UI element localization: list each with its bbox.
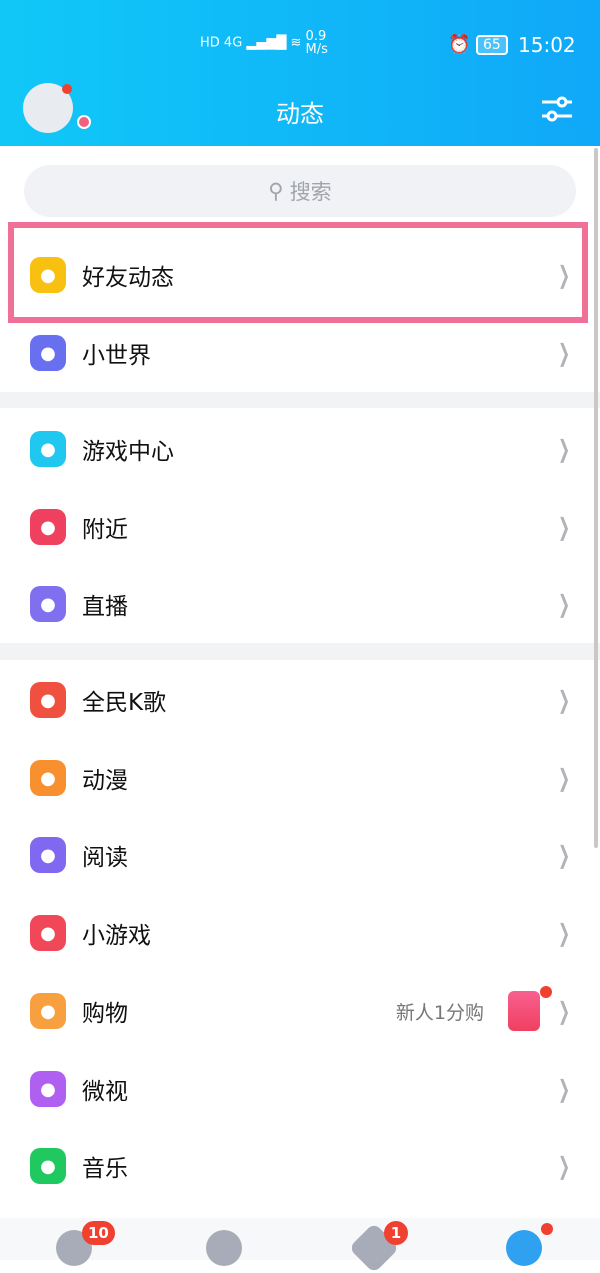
list-item[interactable]: ● 小游戏 ❯ xyxy=(0,894,600,972)
tab-dynamics[interactable] xyxy=(506,1230,542,1266)
shopping-icon: ● xyxy=(30,993,66,1029)
chevron-right-icon: ❯ xyxy=(557,1075,570,1103)
network-status: HD 4G ▂▄▆█ ≋ 0.9 M/s xyxy=(200,29,328,57)
chevron-right-icon: ❯ xyxy=(557,339,570,367)
page-title: 动态 xyxy=(276,100,324,128)
list-item-label: 微视 xyxy=(82,1079,128,1105)
list-item[interactable]: ● 附近 ❯ xyxy=(0,488,600,566)
settings-sliders-icon[interactable] xyxy=(540,94,574,124)
speed-unit: M/s xyxy=(305,42,328,57)
list-item-label: 阅读 xyxy=(82,845,128,871)
chevron-right-icon: ❯ xyxy=(557,513,570,541)
list-item[interactable]: ● 小世界 ❯ xyxy=(0,314,600,392)
notification-dot xyxy=(540,986,552,998)
chevron-right-icon: ❯ xyxy=(557,997,570,1025)
header: HD 4G ▂▄▆█ ≋ 0.9 M/s ⏰ 65 15:02 动态 xyxy=(0,0,600,146)
watch-badge: 1 xyxy=(384,1221,408,1245)
list-item-label: 购物 xyxy=(82,1001,128,1027)
chevron-right-icon: ❯ xyxy=(557,435,570,463)
reading-icon: ● xyxy=(30,837,66,873)
search-input[interactable]: ⚲ 搜索 xyxy=(24,165,576,217)
small-world-icon: ● xyxy=(30,335,66,371)
chevron-right-icon: ❯ xyxy=(557,764,570,792)
notification-dot xyxy=(541,1223,553,1235)
location-pin-icon: ● xyxy=(30,509,66,545)
live-icon: ● xyxy=(30,586,66,622)
list-item[interactable]: ● 全民K歌 ❯ xyxy=(0,661,600,739)
list-item-label: 直播 xyxy=(82,594,128,620)
search-icon: ⚲ xyxy=(268,179,284,203)
section-divider xyxy=(0,392,600,408)
list-item-label: 动漫 xyxy=(82,768,128,794)
messages-badge: 10 xyxy=(82,1221,115,1245)
music-icon: ● xyxy=(30,1148,66,1184)
scrollbar[interactable] xyxy=(594,148,598,848)
list-item[interactable]: ● 购物 新人1分购 ❯ xyxy=(0,972,600,1050)
tab-bar: 10 1 xyxy=(0,1218,600,1273)
section-divider xyxy=(0,643,600,660)
network-label: HD 4G xyxy=(200,35,243,51)
karaoke-icon: ● xyxy=(30,682,66,718)
list-item-label: 附近 xyxy=(82,517,128,543)
tab-contacts[interactable] xyxy=(206,1230,242,1266)
list-item-label: 音乐 xyxy=(82,1156,128,1182)
search-placeholder: 搜索 xyxy=(289,180,332,204)
list-item-label: 小游戏 xyxy=(82,923,151,949)
chevron-right-icon: ❯ xyxy=(557,1152,570,1180)
list-item-label: 小世界 xyxy=(82,343,151,369)
clock: 15:02 xyxy=(518,33,576,57)
gamepad-icon: ● xyxy=(30,431,66,467)
chevron-right-icon: ❯ xyxy=(557,590,570,618)
chevron-right-icon: ❯ xyxy=(557,686,570,714)
promo-text: 新人1分购 xyxy=(395,1001,484,1024)
mini-game-icon: ● xyxy=(30,915,66,951)
highlight-box xyxy=(8,222,588,323)
list-item[interactable]: ● 阅读 ❯ xyxy=(0,816,600,894)
list-item[interactable]: ● 动漫 ❯ xyxy=(0,739,600,817)
list-item[interactable]: ● 音乐 ❯ xyxy=(0,1127,600,1205)
list-item-label: 游戏中心 xyxy=(82,439,174,465)
anime-icon: ● xyxy=(30,760,66,796)
battery-indicator: 65 xyxy=(476,35,508,55)
alarm-icon: ⏰ xyxy=(448,34,471,55)
list-item-label: 全民K歌 xyxy=(82,690,167,716)
notification-dot xyxy=(62,84,72,94)
list-item[interactable]: ● 直播 ❯ xyxy=(0,565,600,643)
list-item[interactable]: ● 游戏中心 ❯ xyxy=(0,410,600,488)
list-item[interactable]: ● 微视 ❯ xyxy=(0,1050,600,1128)
chevron-right-icon: ❯ xyxy=(557,919,570,947)
chevron-right-icon: ❯ xyxy=(557,841,570,869)
weishi-icon: ● xyxy=(30,1071,66,1107)
red-packet-icon xyxy=(508,991,540,1031)
